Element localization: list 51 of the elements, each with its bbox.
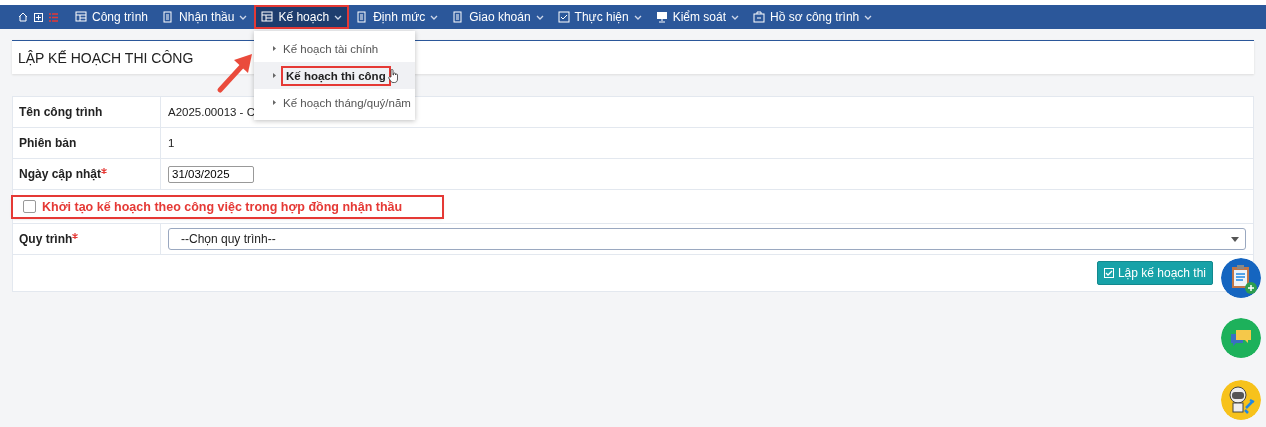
- field-label: Phiên bản: [19, 136, 77, 150]
- nav-tab[interactable]: Nhận thầu: [155, 5, 255, 29]
- checkbox[interactable]: [23, 200, 36, 213]
- monitor-icon: [655, 11, 668, 23]
- chevron-down-icon: [334, 14, 343, 20]
- menu-item[interactable]: Kế hoạch tháng/quý/năm: [254, 89, 415, 116]
- chevron-down-icon: [864, 14, 873, 20]
- hand-cursor-icon: [388, 69, 399, 83]
- field-label: Ngày cập nhật: [19, 167, 102, 181]
- expand-icon[interactable]: [34, 12, 43, 22]
- clipboard-icon[interactable]: [1221, 258, 1261, 298]
- nav-tab[interactable]: Giao khoán: [445, 5, 551, 29]
- checkbox-option[interactable]: Khởi tạo kế hoạch theo công việc trong hợp đồng nhận thầu: [13, 196, 443, 217]
- menu-item[interactable]: Kế hoạch thi công: [254, 62, 415, 89]
- nav-tab[interactable]: Định mức: [349, 5, 446, 29]
- field-label: Tên công trình: [19, 105, 103, 119]
- briefcase-icon: [753, 11, 765, 23]
- nav-tab[interactable]: Thực hiện: [550, 5, 649, 29]
- table-icon: [261, 11, 274, 23]
- table-icon: [75, 11, 87, 23]
- checkbox-icon: [1103, 268, 1114, 278]
- nav-tab[interactable]: Hồ sơ công trình: [746, 5, 880, 29]
- menu-item[interactable]: Kế hoạch tài chính: [254, 35, 415, 62]
- nav-tab[interactable]: Kiểm soát: [648, 5, 746, 29]
- field-label: Quy trình: [19, 232, 73, 246]
- field-value: 1: [168, 137, 175, 149]
- nav-tab[interactable]: Kế hoạch: [254, 5, 350, 29]
- field-value: A2025.00013 - C: [168, 106, 255, 118]
- panel-title: LẬP KẾ HOẠCH THI CÔNG: [18, 49, 194, 66]
- document-icon: [452, 11, 465, 23]
- chevron-down-icon: [239, 14, 248, 20]
- chevron-down-icon: [430, 14, 439, 20]
- checkbox-icon: [557, 11, 570, 23]
- robot-icon[interactable]: [1221, 380, 1261, 420]
- annotation-arrow: [216, 52, 253, 94]
- bullet-icon: [273, 73, 276, 78]
- document-icon: [356, 11, 369, 23]
- chevron-down-icon: [633, 14, 642, 20]
- bullet-icon: [273, 46, 276, 51]
- chevron-down-icon: [535, 14, 544, 20]
- chat-icon[interactable]: [1221, 318, 1261, 358]
- process-select[interactable]: --Chọn quy trình--: [168, 228, 1246, 250]
- nav-tab[interactable]: Công trình: [68, 5, 156, 29]
- chevron-down-icon: [731, 14, 739, 20]
- required-asterisk-icon: [101, 168, 108, 174]
- date-field[interactable]: 31/03/2025: [168, 165, 254, 183]
- home-icon[interactable]: [18, 12, 28, 22]
- document-icon: [162, 11, 175, 23]
- bullet-icon: [273, 100, 276, 105]
- required-asterisk-icon: [72, 233, 79, 239]
- caret-icon: [1231, 236, 1239, 242]
